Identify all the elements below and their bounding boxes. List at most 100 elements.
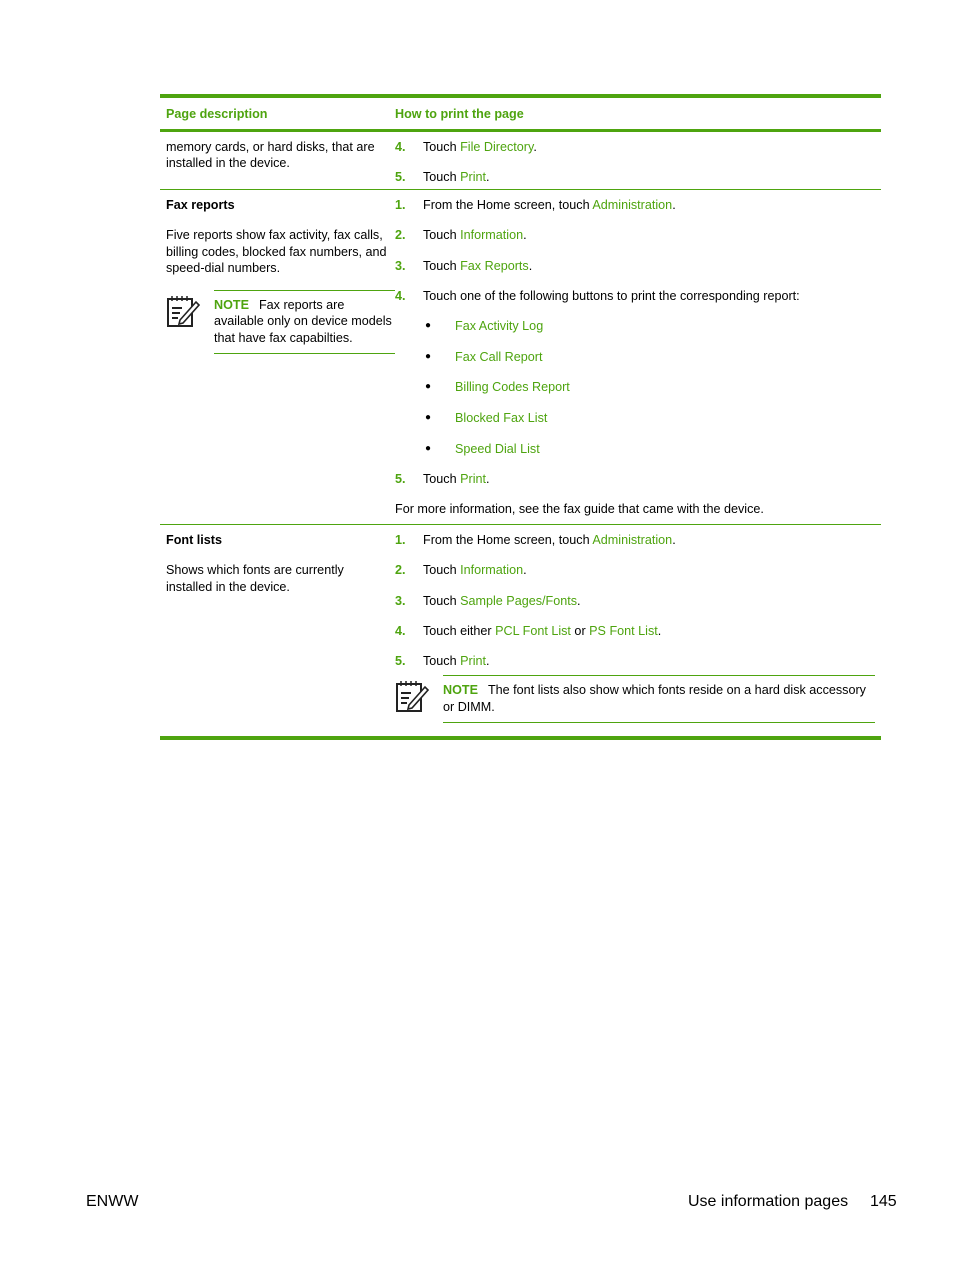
description-text: memory cards, or hard disks, that are in… [166,140,375,171]
ui-link[interactable]: Fax Reports [460,259,529,273]
note-pad-icon [166,290,214,354]
step-suffix: . [657,623,662,638]
list-item: ● Fax Activity Log [423,318,881,334]
step-text: Touch either [423,623,496,638]
step-text: Touch [423,593,461,608]
ui-link[interactable]: Administration [592,533,672,547]
row-steps: 1. From the Home screen, touch Administra… [395,190,881,524]
description-text: Shows which fonts are currently installe… [166,563,344,594]
note-body: NOTE Fax reports are available only on de… [214,290,395,355]
description-text: Five reports show fax activity, fax call… [166,228,387,275]
note-text: NOTE The font lists also show which fonts… [443,676,875,722]
report-link[interactable]: Fax Activity Log [455,318,543,334]
step-suffix: . [672,198,676,212]
description-title: Font lists [166,533,222,547]
step-item: 4. Touch one of the following buttons to … [395,288,881,304]
print-pages-table: Page description How to print the page m… [160,94,881,740]
step-item: 5. Touch Print. [395,653,881,669]
step-item: 5. Touch Print. [395,169,881,185]
note-pad-icon [395,675,443,723]
step-suffix: . [486,170,490,185]
step-suffix: . [486,654,490,669]
note-body: NOTE The font lists also show which fonts… [443,675,875,724]
step-number: 5. [395,472,406,487]
row-description: Fax reports Five reports show fax activi… [160,190,395,524]
step-item: 1. From the Home screen, touch Administra… [395,197,881,213]
row-description: memory cards, or hard disks, that are in… [160,132,395,189]
footnote-text: For more information, see the fax guide … [395,502,764,517]
step-item: 5. Touch Print. [395,471,881,487]
ui-link[interactable]: Print [460,654,486,668]
step-text: or [570,623,590,638]
step-item: 3. Touch Fax Reports. [395,258,881,274]
step-text: Touch [423,170,461,185]
page-number: 145 [870,1193,897,1210]
step-number: 2. [395,563,406,578]
bullet-icon: ● [425,320,432,332]
report-link[interactable]: Billing Codes Report [455,379,570,395]
report-link[interactable]: Speed Dial List [455,441,540,457]
step-number: 4. [395,623,406,638]
step-suffix: . [577,593,581,608]
step-number: 4. [395,140,406,154]
table-bottom-rule [160,736,881,740]
step-number: 1. [395,198,406,212]
step-number: 2. [395,228,406,243]
report-link[interactable]: Fax Call Report [455,349,543,365]
description-title: Fax reports [166,198,235,212]
ui-link[interactable]: Information [460,563,523,577]
bullet-icon: ● [425,442,432,454]
step-suffix: . [523,228,527,243]
step-suffix: . [486,472,490,487]
ui-link[interactable]: PCL Font List [495,624,571,638]
step-text: Touch [423,258,461,273]
ui-link[interactable]: Sample Pages/Fonts [460,594,577,608]
list-item: ● Billing Codes Report [423,379,881,395]
note-content: The font lists also show which fonts res… [443,683,866,714]
step-number: 5. [395,654,406,669]
report-list: ● Fax Activity Log ● Fax Call Report ● Bill… [423,318,881,457]
step-item: 2. Touch Information. [395,562,881,578]
table-row: Fax reports Five reports show fax activi… [160,190,881,524]
note-label: NOTE [214,298,249,313]
ui-link[interactable]: File Directory [460,140,533,154]
note-bottom-rule [443,722,875,724]
step-text: Touch [423,472,461,487]
ui-link[interactable]: Administration [592,198,672,212]
step-suffix: . [523,563,527,578]
bullet-icon: ● [425,381,432,393]
table-row: memory cards, or hard disks, that are in… [160,132,881,189]
step-text: From the Home screen, touch [423,198,593,212]
step-text: Touch [423,228,461,243]
step-suffix: . [533,140,537,154]
note-label: NOTE [443,683,478,698]
step-number: 3. [395,593,406,608]
step-item: 4. Touch either PCL Font List or PS Font … [395,623,881,639]
bullet-icon: ● [425,411,432,423]
footer-section-title: Use information pages [688,1193,849,1210]
note-box: NOTE Fax reports are available only on de… [166,290,395,355]
step-text: Touch one of the following buttons to pr… [423,288,800,303]
list-item: ● Fax Call Report [423,349,881,365]
ui-link[interactable]: Print [460,170,486,184]
bullet-icon: ● [425,350,432,362]
row-steps: 1. From the Home screen, touch Administra… [395,525,881,736]
note-text: NOTE Fax reports are available only on de… [214,291,395,353]
header-how-to-print: How to print the page [395,106,524,121]
footer-left: ENWW [86,1193,139,1210]
step-text: Touch [423,140,461,154]
table-header: Page description How to print the page [160,98,881,129]
step-number: 3. [395,258,406,273]
ui-link[interactable]: Print [460,472,486,486]
step-number: 4. [395,288,406,303]
step-number: 5. [395,170,406,185]
ui-link[interactable]: Information [460,228,523,242]
step-item: 1. From the Home screen, touch Administra… [395,532,881,548]
list-item: ● Blocked Fax List [423,410,881,426]
report-link[interactable]: Blocked Fax List [455,410,547,426]
row-description: Font lists Shows which fonts are current… [160,525,395,736]
ui-link[interactable]: PS Font List [589,624,658,638]
row-steps: 4. Touch File Directory. 5. Touch Print. [395,132,881,189]
step-item: 2. Touch Information. [395,227,881,243]
table-row: Font lists Shows which fonts are current… [160,525,881,736]
